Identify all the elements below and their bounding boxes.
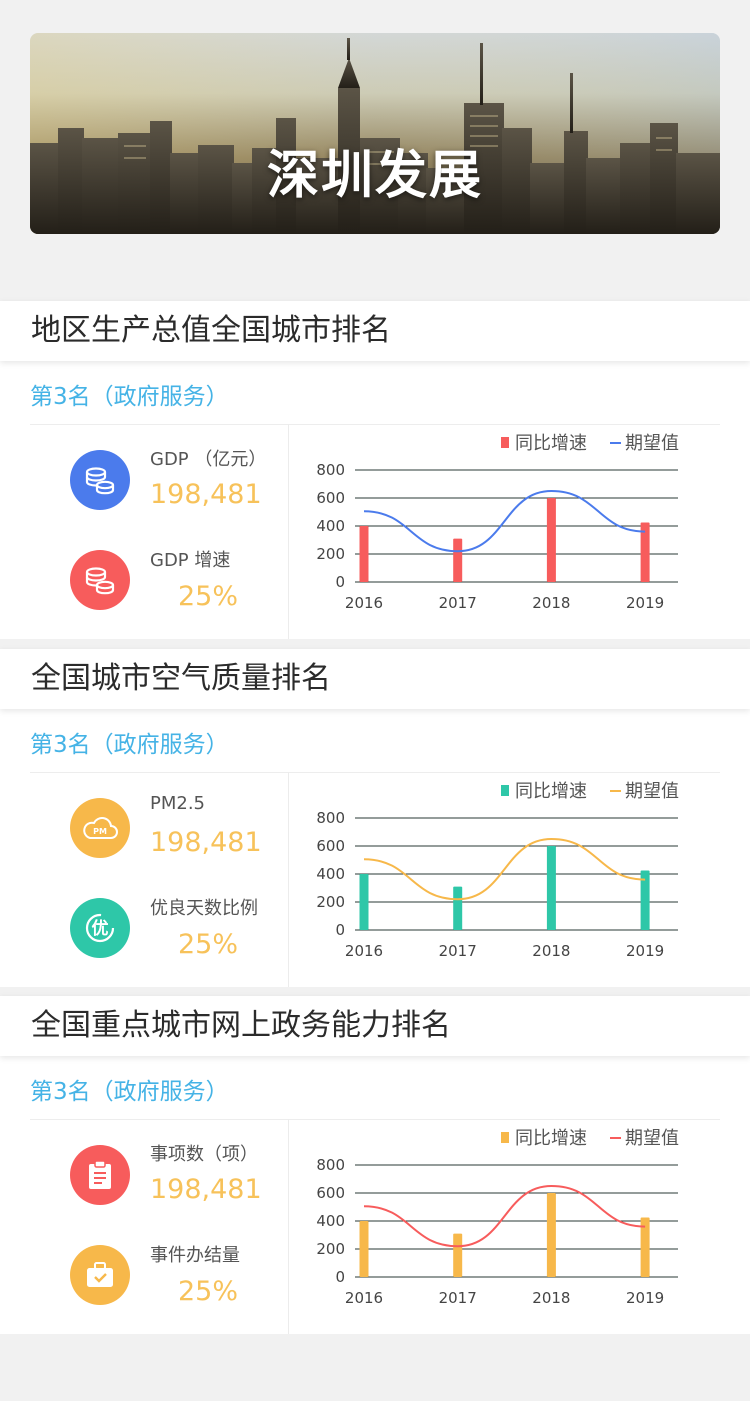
y-tick-label: 200 [316,1240,345,1258]
bar-2016 [359,526,369,582]
stat-label: PM2.5 [150,793,206,814]
section-title: 全国重点城市网上政务能力排名 [0,996,750,1056]
stat-label: 事件办结量 [150,1245,240,1266]
stat-value: 198,481 [150,479,262,510]
briefcase-check-icon [70,1245,130,1305]
panel-divider [288,1119,289,1334]
y-tick-label: 800 [316,461,345,479]
expected-value-line [363,837,646,901]
svg-text:PM: PM [93,827,107,836]
x-tick-label: 2018 [532,942,570,960]
city-banner: 深圳发展 [30,33,720,234]
stat-value: 25% [178,581,239,612]
bar-2017 [453,538,463,582]
legend-line-label: 期望值 [625,1128,679,1149]
x-tick-label: 2019 [626,942,664,960]
legend-bar-swatch [501,785,509,796]
stat-label: 优良天数比例 [150,898,258,919]
x-tick-label: 2018 [532,594,570,612]
section-panel: 第3名（政府服务） GDP （亿元） 198,481 GDP 增速 25% 0 200 40… [0,361,750,639]
y-tick-label: 0 [335,1268,345,1286]
expected-value-line [363,1184,646,1248]
stat-label: 事项数（项） [150,1144,258,1165]
y-tick-label: 600 [316,1184,345,1202]
y-tick-label: 200 [316,893,345,911]
x-tick-label: 2017 [439,1289,477,1307]
stat-value: 198,481 [150,827,262,858]
bar-2016 [359,874,369,930]
stat-value: 25% [178,929,239,960]
rank-divider [30,1119,720,1120]
x-tick-label: 2016 [345,1289,383,1307]
legend-bar-label: 同比增速 [515,1128,587,1149]
banner-title: 深圳发展 [266,146,483,206]
svg-text:优: 优 [92,918,109,939]
legend-line-label: 期望值 [625,781,679,802]
rank-divider [30,772,720,773]
y-tick-label: 400 [316,517,345,535]
legend-bar-label: 同比增速 [515,433,587,454]
bar-2018 [546,1193,556,1277]
stat-label: GDP （亿元） [150,449,267,470]
bar-2017 [453,886,463,930]
legend-bar-swatch [501,437,509,448]
y-tick-label: 400 [316,865,345,883]
section-title: 全国城市空气质量排名 [0,649,750,709]
x-tick-label: 2017 [439,942,477,960]
clipboard-icon [70,1145,130,1205]
y-tick-label: 800 [316,809,345,827]
combo-chart: 0 200 400 600 800 2016 2017 2018 2019 同比增速 期望值 [316,1128,679,1307]
y-tick-label: 600 [316,489,345,507]
section-panel: 第3名（政府服务） 事项数（项） 198,481 事件办结量 25% 0 200 400 60… [0,1056,750,1334]
combo-chart: 0 200 400 600 800 2016 2017 2018 2019 同比增速 期望值 [316,433,679,612]
bar-2018 [546,498,556,582]
y-tick-label: 200 [316,545,345,563]
y-tick-label: 0 [335,921,345,939]
y-tick-label: 0 [335,573,345,591]
x-tick-label: 2018 [532,1289,570,1307]
expected-value-line [363,489,646,553]
rank-label: 第3名（政府服务） [30,1079,229,1105]
stat-value: 25% [178,1276,239,1307]
y-tick-label: 600 [316,837,345,855]
x-tick-label: 2016 [345,594,383,612]
section-panel: 第3名（政府服务） PM PM2.5 198,481 优 优良天数比例 25% 0 200 40… [0,709,750,987]
section-title: 地区生产总值全国城市排名 [0,301,750,361]
excellent-badge-icon: 优 [70,898,130,958]
y-tick-label: 400 [316,1212,345,1230]
pm-cloud-icon: PM [70,798,130,858]
stat-value: 198,481 [150,1174,262,1205]
x-tick-label: 2017 [439,594,477,612]
x-tick-label: 2019 [626,1289,664,1307]
rank-label: 第3名（政府服务） [30,384,229,410]
bar-2017 [453,1233,463,1277]
x-tick-label: 2019 [626,594,664,612]
panel-divider [288,424,289,639]
coin-stack-icon [70,450,130,510]
combo-chart: 0 200 400 600 800 2016 2017 2018 2019 同比增速 期望值 [316,781,679,960]
stat-label: GDP 增速 [150,550,231,571]
x-tick-label: 2016 [345,942,383,960]
rank-divider [30,424,720,425]
y-tick-label: 800 [316,1156,345,1174]
rank-label: 第3名（政府服务） [30,732,229,758]
bar-2018 [546,846,556,930]
legend-line-label: 期望值 [625,433,679,454]
coin-stack-icon [70,550,130,610]
legend-bar-label: 同比增速 [515,781,587,802]
legend-bar-swatch [501,1132,509,1143]
panel-divider [288,772,289,987]
bar-2016 [359,1221,369,1277]
